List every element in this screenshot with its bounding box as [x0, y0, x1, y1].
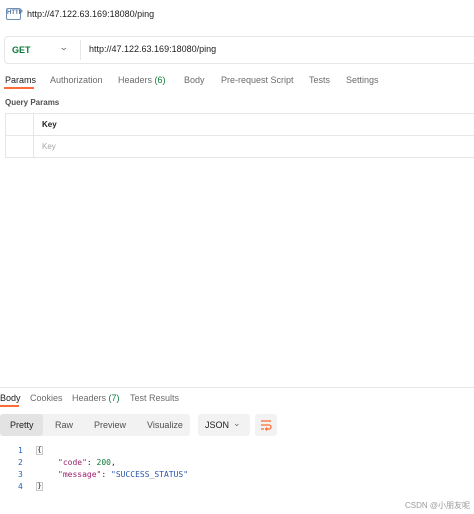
tab-body[interactable]: Body [184, 75, 205, 85]
format-select-label: JSON [205, 420, 230, 430]
http-icon: HTTP [6, 8, 23, 20]
view-raw-button[interactable]: Raw [55, 420, 73, 430]
wrap-lines-button[interactable] [255, 414, 277, 436]
watermark: CSDN @小朋友呢 [404, 501, 470, 510]
response-tab-headers-count: (7) [108, 393, 120, 403]
table-border-bottom [5, 157, 474, 158]
wrap-lines-icon [261, 420, 272, 431]
tab-headers-count: (6) [154, 75, 166, 85]
tab-tests[interactable]: Tests [309, 75, 330, 85]
code-line-code: "code": 200, [58, 458, 116, 467]
method-select[interactable]: GET [12, 45, 31, 55]
line-number: 4 [18, 482, 23, 491]
json-value: 200 [96, 458, 111, 467]
chevron-down-icon: ⌄ [233, 418, 241, 428]
query-params-title: Query Params [5, 98, 60, 107]
url-input[interactable]: http://47.122.63.169:18080/ping [89, 44, 216, 54]
response-tab-body[interactable]: Body [0, 393, 21, 403]
table-checkbox-column-divider [33, 113, 34, 158]
table-row-divider [5, 135, 474, 136]
view-preview-button[interactable]: Preview [94, 420, 126, 430]
fold-open-brace[interactable]: { [36, 446, 43, 455]
response-active-tab-indicator [0, 405, 19, 407]
tab-headers[interactable]: Headers (6) [118, 75, 166, 85]
response-tab-headers[interactable]: Headers (7) [72, 393, 120, 403]
json-value: "SUCCESS_STATUS" [111, 470, 189, 479]
table-border-top [5, 113, 474, 114]
url-bar [4, 36, 474, 64]
fold-close-brace[interactable]: } [36, 482, 43, 491]
json-key: "code" [58, 458, 87, 467]
line-number: 3 [18, 470, 23, 479]
tab-authorization[interactable]: Authorization [50, 75, 103, 85]
response-tab-test-results[interactable]: Test Results [130, 393, 179, 403]
table-border-left [5, 113, 6, 158]
response-tab-headers-label: Headers [72, 393, 107, 403]
view-visualize-button[interactable]: Visualize [147, 420, 183, 430]
code-line-message: "message": "SUCCESS_STATUS" [58, 470, 189, 479]
view-pretty-button[interactable]: Pretty [10, 420, 34, 430]
chevron-down-icon[interactable]: ⌄ [59, 42, 69, 53]
url-divider [80, 40, 81, 60]
response-tab-cookies[interactable]: Cookies [30, 393, 63, 403]
tab-pre-request-script[interactable]: Pre-request Script [221, 75, 294, 85]
key-input[interactable]: Key [42, 142, 56, 151]
tab-settings[interactable]: Settings [346, 75, 379, 85]
response-divider[interactable] [0, 387, 474, 388]
table-header-key: Key [42, 120, 57, 129]
tab-headers-label: Headers [118, 75, 153, 85]
tab-params[interactable]: Params [5, 75, 36, 85]
window-title: http://47.122.63.169:18080/ping [27, 9, 155, 19]
line-number: 1 [18, 446, 23, 455]
active-tab-indicator [4, 87, 34, 89]
json-key: "message" [58, 470, 102, 479]
line-number: 2 [18, 458, 23, 467]
